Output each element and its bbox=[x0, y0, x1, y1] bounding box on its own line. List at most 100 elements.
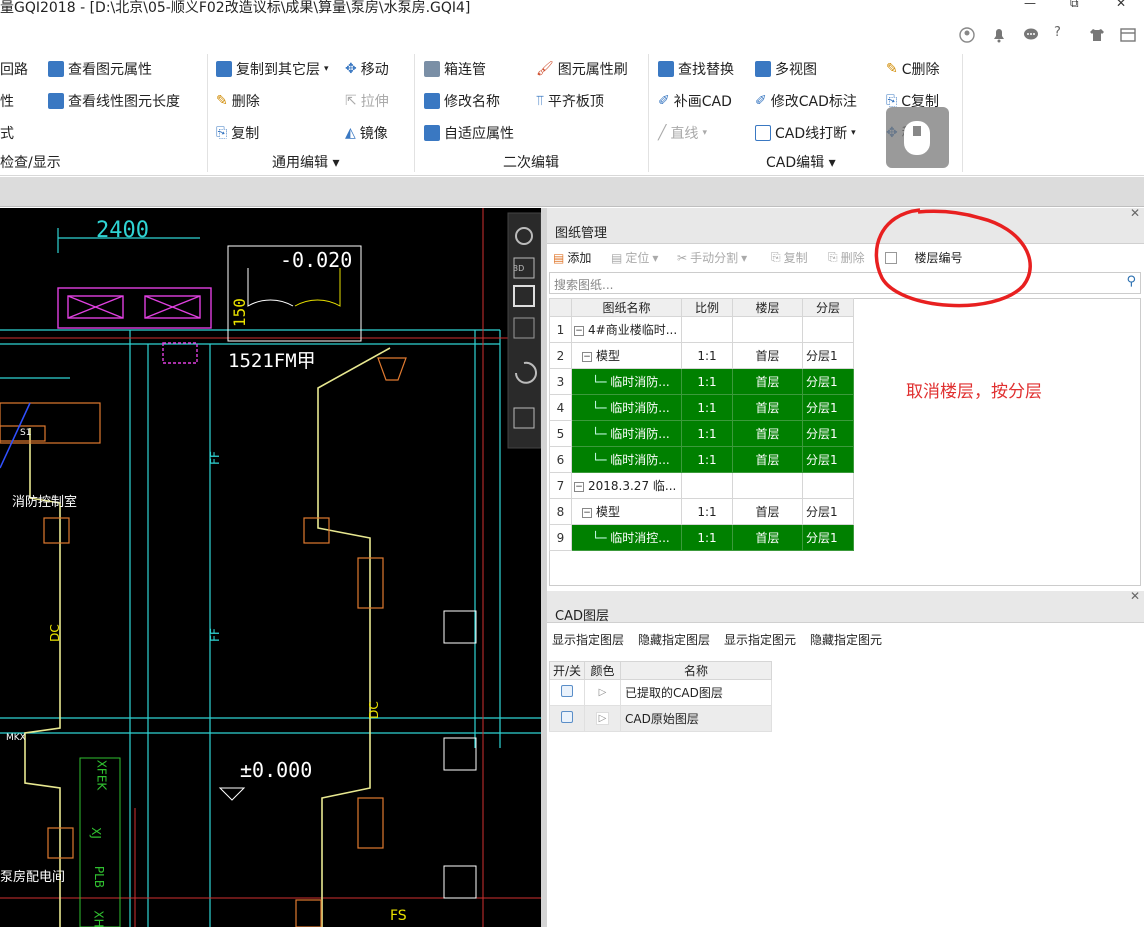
table-row[interactable]: 9 └─ 临时消控... 1:1 首层 分层1 bbox=[549, 524, 854, 551]
ribbon-property-button[interactable]: 性 bbox=[0, 90, 14, 112]
close-icon[interactable]: ✕ bbox=[1130, 589, 1140, 603]
stretch-button[interactable]: ⇱ 拉伸 bbox=[345, 90, 389, 112]
col-header-layer[interactable]: 分层 bbox=[802, 298, 854, 317]
group-cad-edit[interactable]: CAD编辑 ▾ bbox=[766, 152, 836, 172]
manual-split-button[interactable]: ✂ 手动分割 ▾ bbox=[677, 249, 747, 266]
brush-icon: 🖌 bbox=[536, 61, 554, 77]
table-row[interactable]: 6 └─ 临时消防... 1:1 首层 分层1 bbox=[549, 446, 854, 473]
chat-icon[interactable] bbox=[1023, 27, 1039, 43]
copy-button[interactable]: ⎘ 复制 bbox=[216, 122, 259, 144]
view-linear-length-button[interactable]: 查看线性图元长度 bbox=[48, 90, 180, 112]
cad-mkx-label: MKX bbox=[6, 733, 26, 743]
collapse-icon[interactable]: − bbox=[582, 351, 592, 362]
rename-icon bbox=[424, 93, 440, 109]
layout-icon[interactable] bbox=[1120, 27, 1136, 43]
copy-to-layer-button[interactable]: 复制到其它层 ▾ bbox=[216, 58, 329, 80]
table-row[interactable]: 2− 模型 1:1 首层 分层1 bbox=[549, 342, 854, 369]
property-icon bbox=[48, 61, 64, 77]
layer-toggle[interactable] bbox=[549, 705, 585, 732]
move-button[interactable]: ✥ 移动 bbox=[345, 58, 389, 80]
drawing-name: 模型 bbox=[596, 349, 621, 363]
close-button[interactable]: ✕ bbox=[1116, 0, 1126, 10]
mirror-button[interactable]: ◭ 镜像 bbox=[345, 122, 388, 144]
table-row[interactable]: 4 └─ 临时消防... 1:1 首层 分层1 bbox=[549, 394, 854, 421]
cad-drawing[interactable] bbox=[0, 208, 541, 927]
expand-icon[interactable]: ▷ bbox=[584, 679, 621, 706]
window-title: 量GQI2018 - [D:\北京\05-顺义F02改造议标\成果\算量\泵房\… bbox=[0, 0, 471, 16]
delete-button[interactable]: ✎ 删除 bbox=[216, 90, 260, 112]
c-delete-button[interactable]: ✎ C删除 bbox=[886, 58, 940, 80]
move-label: 移动 bbox=[360, 62, 389, 78]
modify-cad-dim-label: 修改CAD标注 bbox=[770, 94, 857, 110]
rename-button[interactable]: 修改名称 bbox=[424, 90, 500, 112]
copy-drawing-button[interactable]: ⎘ 复制 bbox=[771, 249, 808, 266]
floor-cell bbox=[732, 316, 803, 343]
close-icon[interactable]: ✕ bbox=[1130, 206, 1140, 220]
hide-element-button[interactable]: 隐藏指定图元 bbox=[810, 631, 882, 648]
cad-fs-label: FS bbox=[390, 908, 407, 924]
drawing-name-cell: − 模型 bbox=[571, 498, 682, 525]
checkbox[interactable] bbox=[561, 711, 573, 723]
multi-view-button[interactable]: 多视图 bbox=[755, 58, 817, 80]
collapse-icon[interactable]: − bbox=[574, 325, 584, 336]
line-button[interactable]: ╱ 直线 ▾ bbox=[658, 122, 707, 144]
bell-icon[interactable] bbox=[992, 27, 1006, 43]
show-layer-button[interactable]: 显示指定图层 bbox=[552, 631, 624, 648]
adaptive-property-button[interactable]: 自适应属性 bbox=[424, 122, 514, 144]
modify-cad-dim-button[interactable]: ✐ 修改CAD标注 bbox=[755, 90, 857, 112]
expand-icon[interactable]: ▷ bbox=[584, 705, 621, 732]
table-row[interactable]: 5 └─ 临时消防... 1:1 首层 分层1 bbox=[549, 420, 854, 447]
box-connect-pipe-button[interactable]: 箱连管 bbox=[424, 58, 486, 80]
table-row[interactable]: 1−4#商业楼临时... bbox=[549, 316, 854, 343]
user-icon[interactable] bbox=[959, 27, 975, 43]
group-general-edit[interactable]: 通用编辑 ▾ bbox=[272, 152, 339, 172]
add-button[interactable]: ▤ 添加 bbox=[553, 249, 591, 266]
panel-header: 图纸管理 ✕ bbox=[547, 206, 1144, 244]
col-header-floor[interactable]: 楼层 bbox=[732, 298, 803, 317]
col-header-scale[interactable]: 比例 bbox=[681, 298, 733, 317]
layer-toggle[interactable] bbox=[549, 679, 585, 706]
collapse-icon[interactable]: − bbox=[574, 481, 584, 492]
hide-layer-button[interactable]: 隐藏指定图层 bbox=[638, 631, 710, 648]
draw-icon: ✐ bbox=[658, 93, 670, 109]
cad-ff-label: FF bbox=[207, 451, 222, 465]
ribbon-style-button[interactable]: 式 bbox=[0, 122, 14, 144]
table-row[interactable]: 7−2018.3.27 临... bbox=[549, 472, 854, 499]
table-row[interactable]: ▷ 已提取的CAD图层 bbox=[549, 679, 772, 706]
shirt-icon[interactable] bbox=[1089, 27, 1105, 43]
cad-line-break-button[interactable]: CAD线打断 ▾ bbox=[755, 122, 856, 144]
col-header-name[interactable]: 图纸名称 bbox=[571, 298, 682, 317]
show-element-button[interactable]: 显示指定图元 bbox=[724, 631, 796, 648]
table-row[interactable]: ▷ CAD原始图层 bbox=[549, 705, 772, 732]
view-element-property-button[interactable]: 查看图元属性 bbox=[48, 58, 152, 80]
table-row[interactable]: 8− 模型 1:1 首层 分层1 bbox=[549, 498, 854, 525]
search-icon[interactable]: ⚲ bbox=[1126, 274, 1136, 289]
collapse-icon[interactable]: − bbox=[582, 507, 592, 518]
floor-cell: 首层 bbox=[732, 394, 803, 421]
find-replace-button[interactable]: 查找替换 bbox=[658, 58, 734, 80]
add-cad-button[interactable]: ✐ 补画CAD bbox=[658, 90, 732, 112]
ribbon-separator bbox=[962, 54, 963, 172]
checkbox[interactable] bbox=[561, 685, 573, 697]
cad-canvas[interactable]: 2400 -0.020 150 1521FM甲 ±0.000 FF FF DC … bbox=[0, 208, 541, 927]
layer-table: 开/关 颜色 名称 ▷ 已提取的CAD图层 ▷ CAD原始图层 bbox=[549, 661, 772, 732]
drawing-name-cell: └─ 临时消控... bbox=[571, 524, 682, 551]
search-input[interactable]: 搜索图纸... bbox=[554, 276, 613, 293]
minimize-button[interactable]: — bbox=[1024, 0, 1036, 10]
locate-button[interactable]: ▤ 定位 ▾ bbox=[611, 249, 658, 266]
box-connect-pipe-label: 箱连管 bbox=[444, 62, 486, 78]
drawing-name-cell: −2018.3.27 临... bbox=[571, 472, 682, 499]
align-top-button[interactable]: ⫪ 平齐板顶 bbox=[536, 90, 604, 112]
ribbon-loop-button[interactable]: 回路 bbox=[0, 58, 28, 80]
property-brush-button[interactable]: 🖌 图元属性刷 bbox=[536, 58, 628, 80]
group-cad-edit-label: CAD编辑 bbox=[766, 155, 825, 171]
view-linear-length-label: 查看线性图元长度 bbox=[68, 94, 180, 110]
help-icon[interactable]: ? bbox=[1054, 25, 1061, 40]
cad-xfek-label: XFEK bbox=[94, 759, 109, 791]
table-row[interactable]: 3 └─ 临时消防... 1:1 首层 分层1 bbox=[549, 368, 854, 395]
drawing-search[interactable]: 搜索图纸... ⚲ bbox=[549, 272, 1141, 294]
restore-button[interactable]: ⧉ bbox=[1070, 0, 1079, 11]
floating-overlay-button[interactable] bbox=[886, 107, 949, 168]
view-element-property-label: 查看图元属性 bbox=[68, 62, 152, 78]
drawing-name-cell: └─ 临时消防... bbox=[571, 368, 682, 395]
